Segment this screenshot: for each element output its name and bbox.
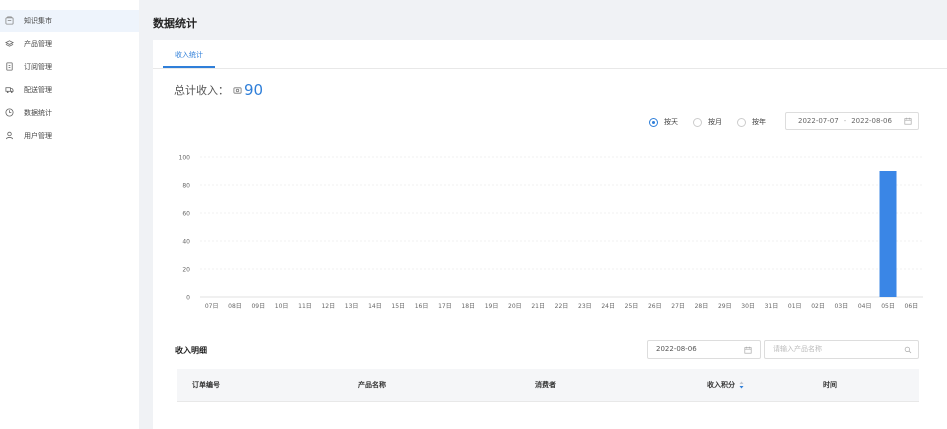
sidebar-item-products[interactable]: 产品管理 [0, 33, 139, 55]
x-tick-label: 17日 [438, 303, 452, 310]
period-radio-group: 按天 按月 按年 [649, 115, 766, 129]
detail-date-value: 2022-08-06 [656, 345, 697, 353]
page-title: 数据统计 [153, 17, 197, 30]
tab-divider [153, 68, 947, 69]
x-tick-label: 05日 [881, 303, 895, 310]
x-tick-label: 29日 [718, 303, 732, 310]
x-tick-label: 28日 [695, 303, 709, 310]
x-tick-label: 18日 [461, 303, 475, 310]
x-tick-label: 20日 [508, 303, 522, 310]
x-tick-label: 27日 [671, 303, 685, 310]
app-root: 知识集市 产品管理 订阅管理 配送管理 数据统计 用户管理 数据统计 收入统计 [0, 0, 947, 429]
coin-icon [233, 86, 242, 94]
sidebar-item-label: 用户管理 [24, 132, 52, 140]
y-tick-label: 60 [182, 211, 190, 218]
radio-dot [693, 117, 702, 127]
calendar-icon [904, 117, 912, 125]
table-bottom-border [177, 401, 919, 402]
calendar-icon [744, 346, 752, 354]
x-tick-label: 22日 [555, 303, 569, 310]
sidebar-item-label: 配送管理 [24, 86, 52, 94]
sidebar-item-subscriptions[interactable]: 订阅管理 [0, 56, 139, 78]
column-order-id: 订单编号 [192, 381, 220, 389]
income-detail-title: 收入明细 [175, 346, 207, 355]
y-tick-label: 40 [182, 239, 190, 246]
y-tick-label: 100 [179, 155, 191, 162]
x-tick-label: 16日 [415, 303, 429, 310]
sidebar-item-label: 数据统计 [24, 109, 52, 117]
date-range-picker[interactable]: 2022-07-07 - 2022-08-06 [785, 112, 919, 130]
x-tick-label: 07日 [205, 303, 219, 310]
radio-by-day[interactable]: 按天 [649, 117, 678, 127]
sidebar-item-label: 订阅管理 [24, 63, 52, 71]
radio-dot [737, 117, 746, 127]
detail-date-picker[interactable]: 2022-08-06 [647, 340, 761, 359]
sidebar-item-statistics[interactable]: 数据统计 [0, 102, 139, 124]
radio-by-year[interactable]: 按年 [737, 117, 766, 127]
total-income: 总计收入： 90 [174, 81, 263, 99]
y-tick-label: 80 [182, 183, 190, 190]
x-tick-label: 23日 [578, 303, 592, 310]
y-tick-label: 0 [186, 295, 190, 302]
sort-icon[interactable] [739, 381, 744, 389]
search-icon [904, 346, 912, 354]
x-tick-label: 15日 [391, 303, 405, 310]
date-range-start: 2022-07-07 [798, 117, 839, 125]
date-range-separator: - [843, 117, 847, 125]
column-consumer: 消费者 [535, 381, 556, 389]
sidebar-item-delivery[interactable]: 配送管理 [0, 79, 139, 101]
product-search-placeholder: 请输入产品名称 [773, 345, 822, 353]
x-tick-label: 26日 [648, 303, 662, 310]
column-product-name: 产品名称 [358, 381, 386, 389]
sidebar-item-users[interactable]: 用户管理 [0, 125, 139, 147]
truck-icon [5, 87, 14, 94]
x-tick-label: 01日 [788, 303, 802, 310]
main-content: 数据统计 收入统计 总计收入： 90 按天 按月 按年 2022-07-07 -… [139, 0, 947, 429]
total-income-value: 90 [244, 81, 264, 99]
sidebar-item-knowledge-market[interactable]: 知识集市 [0, 10, 139, 32]
x-tick-label: 04日 [858, 303, 872, 310]
product-search-input[interactable]: 请输入产品名称 [764, 340, 919, 359]
income-table-header: 订单编号 产品名称 消费者 收入积分 时间 [177, 369, 919, 401]
document-icon [6, 62, 13, 71]
radio-label: 按天 [664, 118, 678, 126]
x-tick-label: 02日 [811, 303, 825, 310]
column-income-points-label: 收入积分 [707, 381, 735, 389]
total-income-label: 总计收入： [174, 84, 229, 97]
radio-by-month[interactable]: 按月 [693, 117, 722, 127]
sidebar-item-label: 产品管理 [24, 40, 52, 48]
column-time: 时间 [823, 381, 837, 389]
layers-icon [5, 40, 14, 47]
x-tick-label: 14日 [368, 303, 382, 310]
content-card: 收入统计 总计收入： 90 按天 按月 按年 2022-07-07 - 2022… [153, 40, 947, 429]
sidebar-item-label: 知识集市 [24, 17, 52, 25]
x-tick-label: 06日 [905, 303, 919, 310]
x-tick-label: 11日 [298, 303, 312, 310]
x-tick-label: 12日 [321, 303, 335, 310]
y-tick-label: 20 [182, 267, 190, 274]
radio-label: 按月 [708, 118, 722, 126]
x-tick-label: 19日 [485, 303, 499, 310]
radio-dot-selected [649, 117, 658, 127]
x-tick-label: 13日 [345, 303, 359, 310]
radio-label: 按年 [752, 118, 766, 126]
x-tick-label: 03日 [835, 303, 849, 310]
user-icon [5, 131, 14, 140]
shop-icon [5, 16, 14, 25]
income-bar-chart: 0 20 40 60 80 100 07日 08日 09日 10日 11日 12日 13日 14日 15日 1… [179, 155, 923, 310]
date-range-end: 2022-08-06 [851, 117, 892, 125]
x-tick-label: 30日 [741, 303, 755, 310]
column-income-points[interactable]: 收入积分 [707, 369, 744, 401]
x-tick-label: 08日 [228, 303, 242, 310]
x-tick-label: 25日 [625, 303, 639, 310]
x-tick-label: 10日 [275, 303, 289, 310]
x-tick-label: 21日 [531, 303, 545, 310]
sidebar: 知识集市 产品管理 订阅管理 配送管理 数据统计 用户管理 [0, 0, 139, 429]
x-tick-label: 31日 [765, 303, 779, 310]
bar [879, 171, 897, 297]
clock-icon [5, 108, 14, 117]
x-tick-label: 09日 [251, 303, 265, 310]
x-tick-label: 24日 [601, 303, 615, 310]
